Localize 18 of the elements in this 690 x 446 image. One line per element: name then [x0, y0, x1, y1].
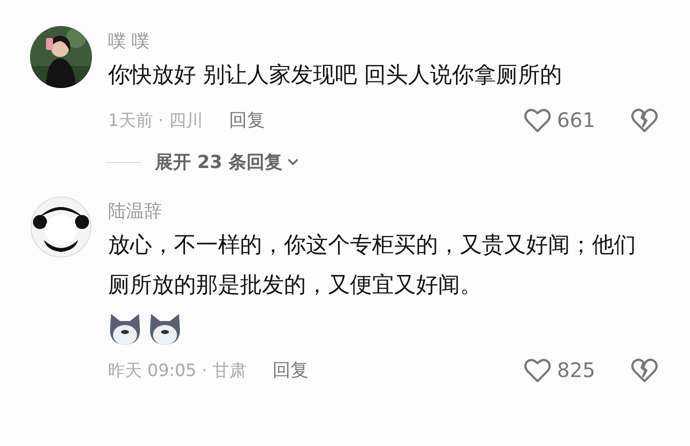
time-location: 1天前 · 四川 [108, 110, 204, 132]
reply-button[interactable]: 回复 [272, 358, 309, 382]
broken-heart-icon[interactable] [631, 358, 658, 382]
comment-text: 放心，不一样的，你这个专柜买的，又贵又好闻；他们厕所放的那是批发的，又便宜又好闻。 [108, 232, 637, 300]
expand-replies-button[interactable]: 展开 23 条回复 [155, 150, 299, 174]
like-count: 661 [557, 108, 596, 132]
username[interactable]: 陆温辞 [108, 200, 660, 224]
avatar-icon [30, 196, 92, 258]
username[interactable]: 噗 噗 [108, 30, 660, 54]
reply-button[interactable]: 回复 [229, 108, 266, 132]
dog-emoji-icon [148, 312, 182, 346]
heart-icon[interactable] [524, 108, 551, 132]
dog-emoji-icon [108, 312, 142, 346]
time-location: 昨天 09:05 · 甘肃 [108, 360, 247, 382]
heart-icon[interactable] [524, 358, 551, 382]
like-count: 825 [557, 358, 596, 382]
comment-text: 你快放好 别让人家发现吧 回头人说你拿厕所的 [108, 62, 563, 90]
broken-heart-icon[interactable] [631, 108, 658, 132]
